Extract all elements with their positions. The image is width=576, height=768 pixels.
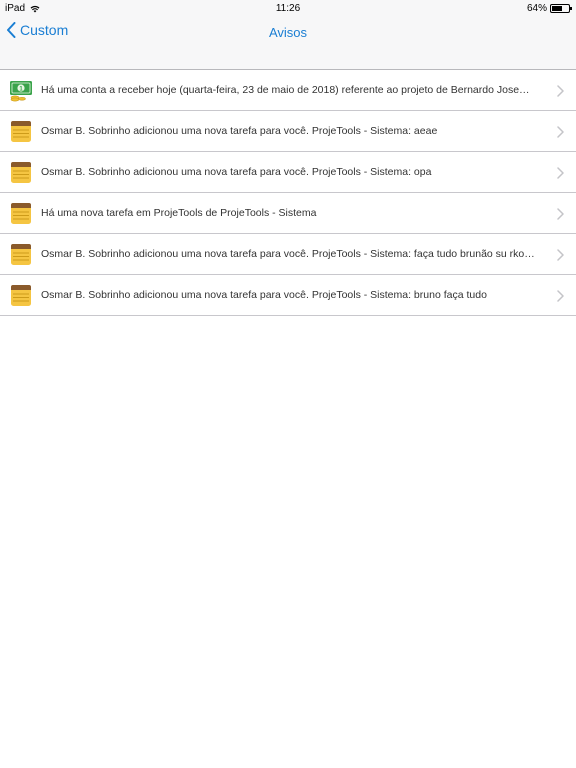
chevron-right-icon	[557, 125, 564, 138]
battery-fill	[552, 6, 562, 11]
battery-group: 64%	[526, 3, 572, 14]
navigation-bar: Custom Avisos	[0, 16, 576, 48]
money-icon: 1	[9, 78, 33, 102]
chevron-right-icon	[557, 289, 564, 302]
list-item-text: Osmar B. Sobrinho adicionou uma nova tar…	[41, 166, 432, 178]
chevron-right-icon	[557, 166, 564, 179]
list-item-text: Há uma nova tarefa em ProjeTools de Proj…	[41, 207, 317, 219]
list-item[interactable]: Osmar B. Sobrinho adicionou uma nova tar…	[0, 275, 576, 316]
list-item[interactable]: 1 Há uma conta a receber hoje (quarta-fe…	[0, 70, 576, 111]
status-bar: iPad 11:26 64%	[0, 0, 576, 16]
list-item[interactable]: Osmar B. Sobrinho adicionou uma nova tar…	[0, 111, 576, 152]
notepad-icon	[9, 283, 33, 307]
notepad-icon	[9, 160, 33, 184]
chevron-right-icon	[557, 84, 564, 97]
list-item[interactable]: Há uma nova tarefa em ProjeTools de Proj…	[0, 193, 576, 234]
notepad-icon	[9, 201, 33, 225]
list-item-text: Osmar B. Sobrinho adicionou uma nova tar…	[41, 289, 487, 301]
page-title: Avisos	[268, 25, 308, 40]
notepad-icon	[9, 119, 33, 143]
battery-icon	[550, 4, 572, 13]
top-bar: iPad 11:26 64% Custom Avisos	[0, 0, 576, 70]
list-item[interactable]: Osmar B. Sobrinho adicionou uma nova tar…	[0, 234, 576, 275]
notifications-list: 1 Há uma conta a receber hoje (quarta-fe…	[0, 70, 576, 316]
list-item-text: Há uma conta a receber hoje (quarta-feir…	[41, 84, 530, 96]
list-item-text: Osmar B. Sobrinho adicionou uma nova tar…	[41, 125, 438, 137]
battery-percent: 64%	[526, 3, 547, 14]
notepad-icon	[9, 242, 33, 266]
battery-nub	[570, 7, 572, 10]
screen: iPad 11:26 64% Custom Avisos 1 Há uma co…	[0, 0, 576, 768]
chevron-right-icon	[557, 207, 564, 220]
list-item[interactable]: Osmar B. Sobrinho adicionou uma nova tar…	[0, 152, 576, 193]
clock: 11:26	[275, 3, 301, 14]
chevron-right-icon	[557, 248, 564, 261]
list-item-text: Osmar B. Sobrinho adicionou uma nova tar…	[41, 248, 535, 260]
